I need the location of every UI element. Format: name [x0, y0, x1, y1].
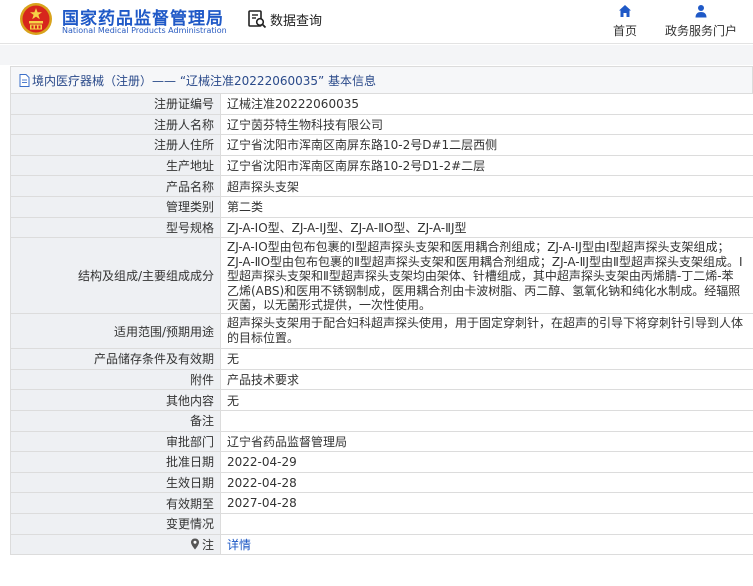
row-value: 辽宁省沈阳市浑南区南屏东路10-2号D1-2#二层: [227, 159, 486, 174]
row-label-note: 注: [11, 534, 221, 555]
row-value: ZJ-A-ⅠO型由包布包裹的I型超声探头支架和医用耦合剂组成；ZJ-A-ⅠJ型由…: [227, 240, 743, 313]
row-value: 辽宁省药品监督管理局: [227, 434, 348, 449]
table-row: 变更情况: [11, 513, 753, 535]
row-label: 型号规格: [11, 217, 221, 238]
table-row: 注 详情: [11, 534, 753, 556]
row-value: 2022-04-29: [227, 454, 297, 469]
table-row: 注册人名称 辽宁茵芬特生物科技有限公司: [11, 114, 753, 136]
row-value: 2022-04-28: [227, 475, 297, 490]
table-row: 有效期至 2027-04-28: [11, 493, 753, 514]
row-value: [221, 514, 753, 534]
row-label: 生产地址: [11, 155, 221, 176]
row-label: 产品储存条件及有效期: [11, 349, 221, 369]
row-label: 注册人名称: [11, 114, 221, 135]
breadcrumb: 境内医疗器械（注册）—— “辽械注准20222060035” 基本信息: [10, 66, 753, 93]
row-label: 生效日期: [11, 472, 221, 493]
row-label: 附件: [11, 369, 221, 390]
table-row: 注册证编号 辽械注准20222060035: [11, 94, 753, 115]
row-value: [221, 411, 753, 431]
table-row: 产品储存条件及有效期 无: [11, 349, 753, 370]
row-label: 适用范围/预期用途: [11, 314, 221, 349]
row-label: 备注: [11, 410, 221, 431]
row-value: 超声探头支架用于配合妇科超声探头使用，用于固定穿刺针，在超声的引导下将穿刺针引导…: [227, 316, 744, 345]
row-value: 超声探头支架: [227, 179, 300, 194]
row-value: 详情: [221, 535, 753, 555]
row-value: 第二类: [227, 200, 264, 215]
row-value: 产品技术要求: [227, 373, 300, 388]
row-label: 审批部门: [11, 431, 221, 452]
row-label: 产品名称: [11, 176, 221, 196]
table-row: 审批部门 辽宁省药品监督管理局: [11, 431, 753, 453]
table-row: 其他内容 无: [11, 390, 753, 411]
row-value: 辽宁省沈阳市浑南区南屏东路10-2号D#1二层西侧: [227, 138, 498, 153]
table-row: 批准日期 2022-04-29: [11, 452, 753, 473]
row-label: 注册证编号: [11, 94, 221, 114]
table-row: 结构及组成/主要组成成分 ZJ-A-ⅠO型由包布包裹的I型超声探头支架和医用耦合…: [11, 238, 753, 315]
document-icon: [19, 73, 30, 87]
table-row: 管理类别 第二类: [11, 196, 753, 218]
data-query-link[interactable]: 数据查询: [247, 9, 322, 29]
row-label: 变更情况: [11, 513, 221, 534]
table-row: 适用范围/预期用途 超声探头支架用于配合妇科超声探头使用，用于固定穿刺针，在超声…: [11, 314, 753, 350]
table-row: 产品名称 超声探头支架: [11, 176, 753, 197]
data-query-icon: [248, 10, 267, 29]
row-value: 2027-04-28: [227, 496, 297, 511]
row-label: 注册人住所: [11, 135, 221, 155]
row-label: 管理类别: [11, 196, 221, 217]
row-label: 批准日期: [11, 452, 221, 472]
row-label: 其他内容: [11, 390, 221, 410]
details-link[interactable]: 详情: [227, 536, 251, 553]
data-query-label: 数据查询: [270, 13, 323, 29]
site-header: 国家药品监督管理局 National Medical Products Admi…: [0, 0, 753, 44]
detail-table: 注册证编号 辽械注准20222060035 注册人名称 辽宁茵芬特生物科技有限公…: [10, 93, 753, 556]
user-icon: [695, 5, 707, 18]
row-label: 有效期至: [11, 493, 221, 513]
row-label: 注: [201, 537, 214, 552]
row-value: 无: [227, 352, 240, 367]
page-background-strip: [0, 45, 753, 65]
row-value: 无: [227, 393, 240, 408]
table-row: 生效日期 2022-04-28: [11, 472, 753, 494]
nav-gov-portal[interactable]: 政务服务门户: [656, 4, 746, 39]
table-row: 附件 产品技术要求: [11, 369, 753, 391]
national-emblem-icon[interactable]: [19, 2, 53, 36]
row-label: 结构及组成/主要组成成分: [11, 238, 221, 314]
site-subtitle: National Medical Products Administration: [62, 26, 227, 35]
row-value: 辽械注准20222060035: [227, 97, 359, 112]
nav-home-label: 首页: [612, 24, 637, 38]
home-icon: [619, 5, 631, 17]
row-value: 辽宁茵芬特生物科技有限公司: [227, 117, 384, 132]
breadcrumb-text: 境内医疗器械（注册）—— “辽械注准20222060035” 基本信息: [32, 73, 377, 88]
table-row: 注册人住所 辽宁省沈阳市浑南区南屏东路10-2号D#1二层西侧: [11, 135, 753, 156]
table-row: 生产地址 辽宁省沈阳市浑南区南屏东路10-2号D1-2#二层: [11, 155, 753, 177]
pin-icon: [190, 538, 199, 550]
nav-gov-label: 政务服务门户: [664, 24, 737, 38]
table-row: 型号规格 ZJ-A-ⅠO型、ZJ-A-ⅠJ型、ZJ-A-ⅡO型、ZJ-A-ⅡJ型: [11, 217, 753, 239]
row-value: ZJ-A-ⅠO型、ZJ-A-ⅠJ型、ZJ-A-ⅡO型、ZJ-A-ⅡJ型: [227, 220, 467, 235]
table-row: 备注: [11, 410, 753, 432]
